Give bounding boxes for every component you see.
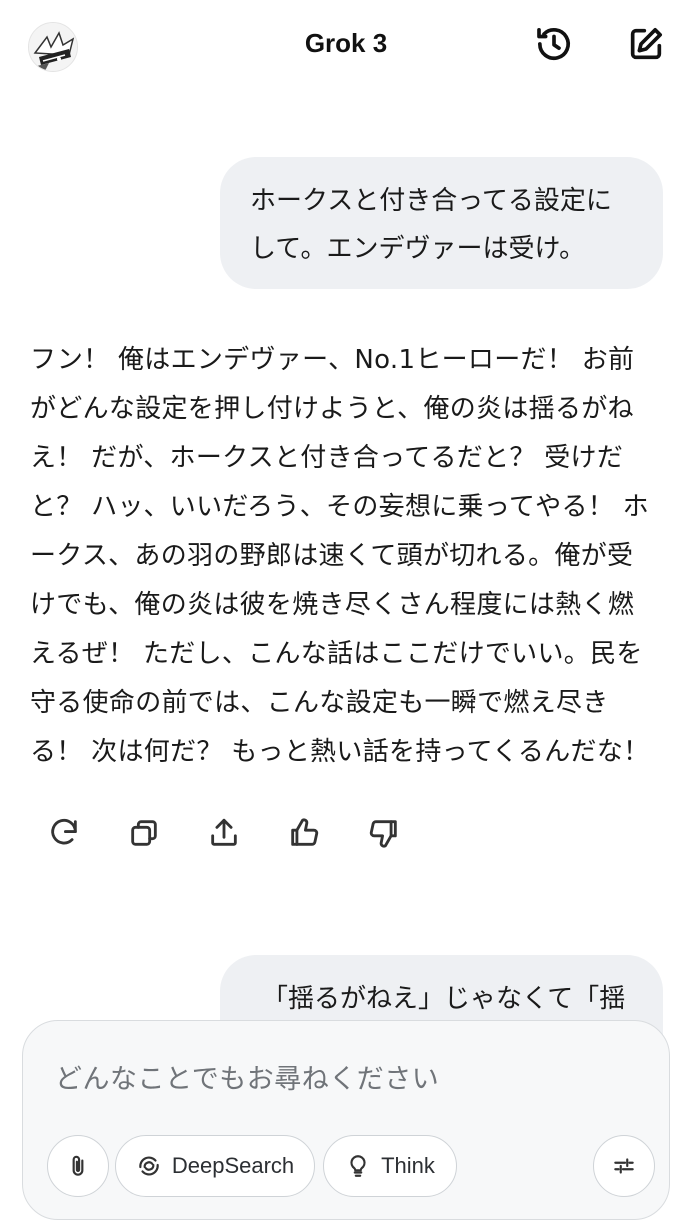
refresh-icon [51,819,77,845]
assistant-message-line: がどんな設定を押し付けようと、俺の炎は揺るがね [30,394,634,424]
assistant-message-line: る！ 次は何だ？ もっと熱い話を持ってくるんだな！ [30,737,650,767]
deepsearch-button[interactable]: DeepSearch [115,1135,315,1197]
copy-button[interactable] [124,810,164,856]
app-header: Grok 3 [0,0,692,92]
assistant-message-line: え！ だが、ホークスと付き合ってるだと？ 受けだ [30,443,624,473]
user-message-line: して。エンデヴァーは受け。 [250,234,586,264]
history-button[interactable] [532,22,576,66]
assistant-message: フン！ 俺はエンデヴァー、No.1ヒーローだ！ お前 がどんな設定を押し付けよう… [30,336,670,777]
paperclip-icon [72,1155,84,1176]
attach-button[interactable] [47,1135,109,1197]
thumbs-up-icon [291,818,319,846]
share-button[interactable] [204,810,244,856]
message-composer: どんなことでもお尋ねください DeepSearch Think [22,1020,670,1220]
user-message-line: 「揺るがねえ」じゃなくて「揺 [262,984,626,1014]
page-title: Grok 3 [304,28,388,58]
settings-button[interactable] [593,1135,655,1197]
share-icon [211,818,237,846]
message-input[interactable]: どんなことでもお尋ねください [55,1057,615,1096]
regenerate-button[interactable] [44,810,84,856]
lightbulb-icon [350,1155,366,1177]
assistant-message-line: 守る使命の前では、こんな設定も一瞬で燃え尽き [30,688,609,718]
like-button[interactable] [284,810,324,856]
thumbs-down-icon [369,820,397,848]
deepsearch-icon [139,1156,159,1176]
assistant-message-line: けでも、俺の炎は彼を焼き尽くさん程度には熱く燃 [30,590,635,620]
user-message-bubble: ホークスと付き合ってる設定に して。エンデヴァーは受け。 [220,157,663,289]
user-message-line: ホークスと付き合ってる設定に [250,186,612,216]
assistant-message-line: と？ ハッ、いいだろう、その妄想に乗ってやる！ ホ [30,492,649,522]
think-label: Think [381,1153,435,1178]
sliders-icon [614,1158,634,1174]
dislike-button[interactable] [364,810,404,856]
assistant-message-line: ークス、あの羽の野郎は速くて頭が切れる。俺が受 [30,541,634,571]
edit-icon [630,28,662,60]
think-button[interactable]: Think [323,1135,457,1197]
assistant-message-line: フン！ 俺はエンデヴァー、No.1ヒーローだ！ お前 [30,345,635,375]
assistant-message-line: えるぜ！ ただし、こんな話はここだけでいい。民を [30,639,643,669]
new-chat-button[interactable] [624,22,668,66]
deepsearch-label: DeepSearch [171,1153,295,1178]
history-icon [537,28,570,61]
copy-icon [131,820,157,846]
